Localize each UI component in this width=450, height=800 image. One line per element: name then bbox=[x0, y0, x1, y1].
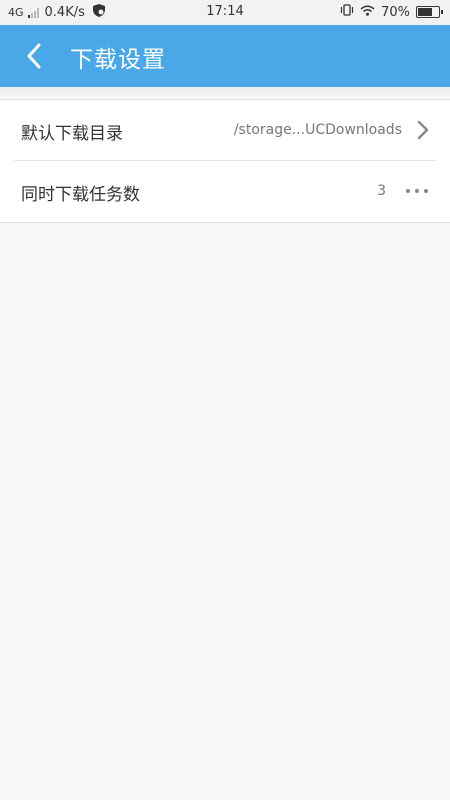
battery-icon bbox=[416, 6, 443, 18]
setting-concurrent-tasks[interactable]: 同时下载任务数 3 bbox=[0, 161, 450, 221]
setting-download-directory[interactable]: 默认下载目录 /storage...UCDownloads bbox=[0, 100, 450, 161]
battery-percent: 70% bbox=[381, 4, 410, 20]
setting-value: /storage...UCDownloads bbox=[233, 122, 402, 138]
chevron-right-icon bbox=[417, 120, 429, 140]
status-bar: 4G 0.4K/s 17:14 70% bbox=[0, 0, 450, 25]
clock: 17:14 bbox=[206, 4, 244, 19]
app-bar: 下载设置 bbox=[0, 25, 450, 87]
setting-label: 同时下载任务数 bbox=[21, 185, 140, 205]
page-title: 下载设置 bbox=[70, 47, 166, 73]
back-arrow-icon bbox=[27, 43, 41, 69]
settings-list: 默认下载目录 /storage...UCDownloads 同时下载任务数 3 bbox=[0, 99, 450, 223]
vibrate-icon bbox=[340, 4, 354, 20]
more-dots-icon[interactable] bbox=[406, 189, 428, 193]
wifi-icon bbox=[360, 5, 375, 20]
back-button[interactable] bbox=[14, 36, 54, 76]
setting-value: 3 bbox=[377, 183, 386, 199]
status-right: 70% bbox=[340, 4, 443, 20]
app-bar-shadow bbox=[0, 87, 450, 99]
setting-label: 默认下载目录 bbox=[21, 124, 123, 144]
